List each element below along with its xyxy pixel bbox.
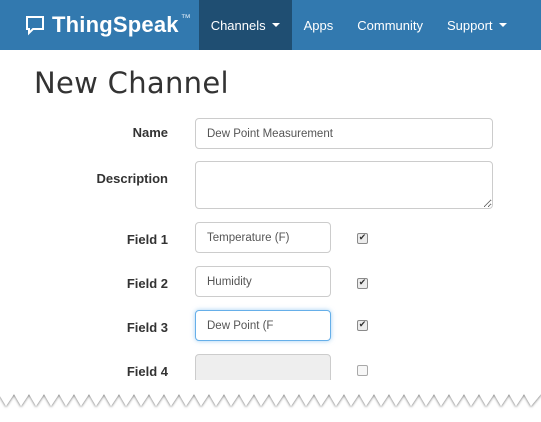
nav-item-label: Channels (210, 17, 266, 33)
checkmark-icon: ✔ (358, 278, 367, 288)
name-input[interactable] (195, 118, 493, 149)
page-title: New Channel (34, 66, 229, 100)
brand-name: ThingSpeak (52, 12, 179, 37)
nav-item-label: Support (447, 17, 493, 33)
field-1-label: Field 1 (126, 232, 168, 247)
description-textarea[interactable] (195, 161, 493, 209)
checkmark-icon: ✔ (358, 233, 367, 243)
field-2-input[interactable] (195, 266, 331, 297)
field-2-checkbox[interactable]: ✔ (357, 278, 368, 289)
field-2-label: Field 2 (126, 276, 168, 291)
nav-item-label: Apps (303, 17, 334, 33)
speech-bubble-icon (26, 16, 44, 36)
field-4-label: Field 4 (126, 364, 168, 379)
field-3-input[interactable] (195, 310, 331, 341)
nav-item-community[interactable]: Community (345, 0, 435, 50)
caret-down-icon (271, 23, 280, 27)
field-3-label: Field 3 (126, 320, 168, 335)
field-4-checkbox[interactable] (357, 365, 368, 376)
name-label: Name (132, 125, 168, 140)
nav-item-apps[interactable]: Apps (292, 0, 346, 50)
brand-trademark: ™ (180, 12, 191, 24)
checkmark-icon: ✔ (358, 320, 367, 330)
caret-down-icon (498, 23, 507, 27)
brand-logo[interactable]: ThingSpeak ™ (0, 0, 199, 50)
nav-item-label: Community (357, 17, 424, 33)
nav-item-channels[interactable]: Channels (198, 0, 292, 50)
field-3-checkbox[interactable]: ✔ (357, 320, 368, 331)
torn-edge-decoration (0, 380, 541, 406)
nav-item-support[interactable]: Support (435, 0, 519, 50)
field-1-input[interactable] (195, 222, 331, 253)
description-label: Description (96, 171, 168, 186)
field-1-checkbox[interactable]: ✔ (357, 233, 368, 244)
top-navbar: ThingSpeak ™ Channels Apps Community Sup… (0, 0, 541, 50)
